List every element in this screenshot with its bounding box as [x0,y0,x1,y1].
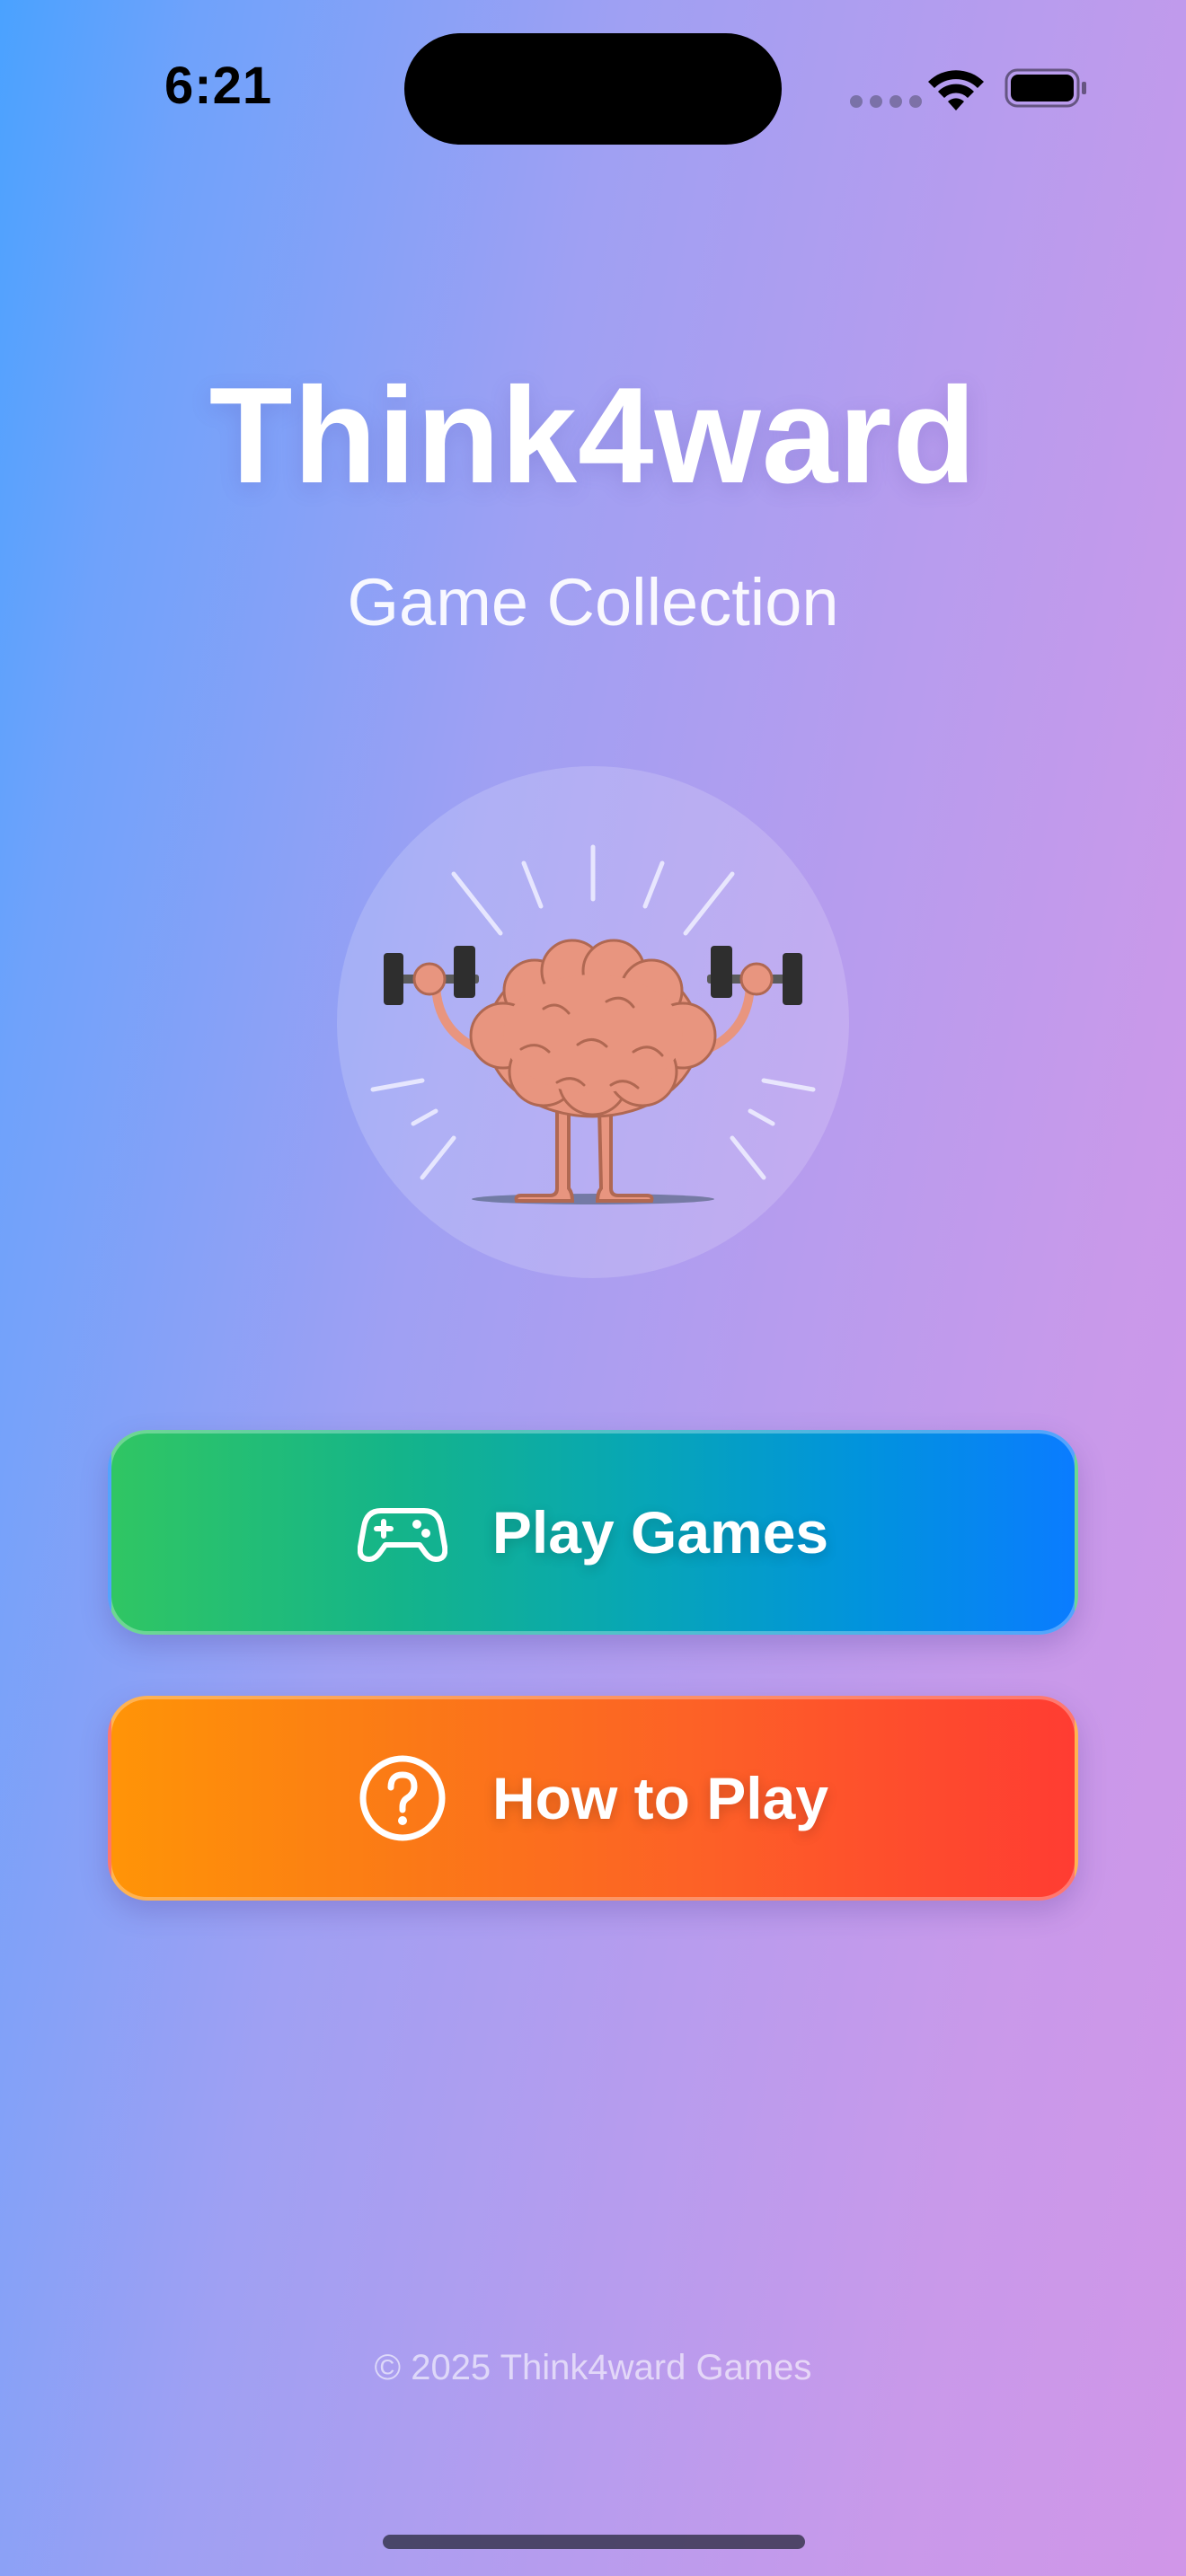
battery-icon [1005,68,1086,108]
gamepad-icon [357,1508,447,1562]
brain-lifting-dumbbells-icon [370,844,816,1204]
how-to-play-button[interactable]: How to Play [108,1696,1078,1901]
play-games-button[interactable]: Play Games [108,1430,1078,1635]
copyright-footer: © 2025 Think4ward Games [374,2348,812,2387]
cellular-signal-icon [850,95,922,108]
app-title: Think4ward [208,359,978,512]
question-circle-icon [359,1755,446,1841]
wifi-icon [928,70,984,110]
home-indicator[interactable] [383,2535,805,2549]
status-bar: 6:21 [0,0,1186,180]
status-time: 6:21 [164,57,273,115]
play-games-label: Play Games [491,1499,829,1566]
app-subtitle: Game Collection [347,565,839,640]
brain-mascot-illustration [337,766,849,1278]
dynamic-island [404,33,782,145]
how-to-play-label: How to Play [491,1765,829,1831]
